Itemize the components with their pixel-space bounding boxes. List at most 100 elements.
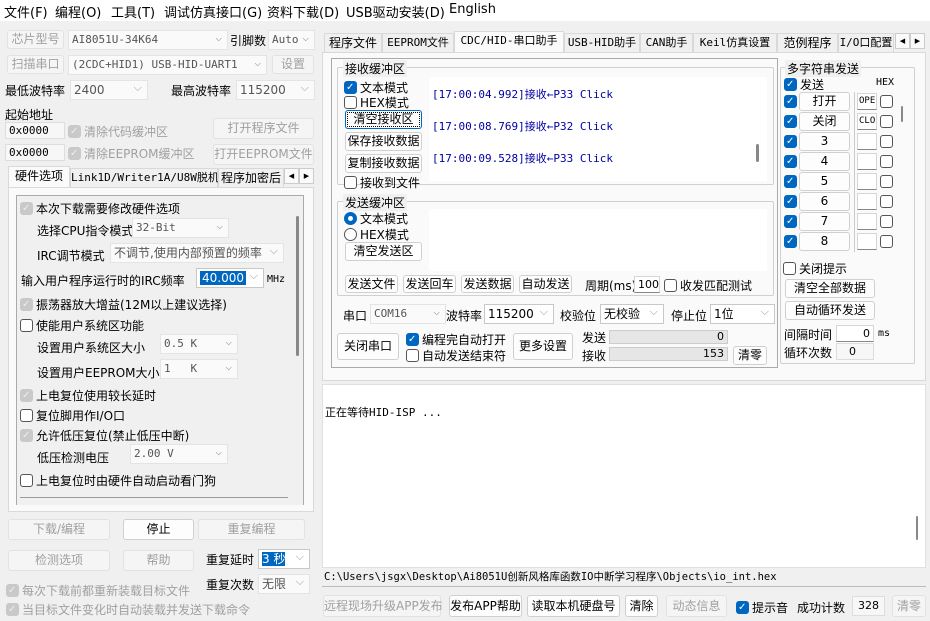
modify-hw-checkbox[interactable]: 本次下载需要修改硬件选项 bbox=[20, 200, 180, 217]
repeat-count-select[interactable]: 无限 bbox=[258, 573, 310, 594]
min-baud-select[interactable]: 2400 bbox=[70, 79, 148, 100]
stop-bits-select[interactable]: 1位 bbox=[710, 303, 775, 324]
port-select[interactable]: (2CDC+HID1) USB-HID-UART1 bbox=[68, 54, 267, 75]
receive-textarea[interactable]: [17:00:04.992]接收←P33 Click [17:00:08.769… bbox=[429, 77, 767, 181]
loop-count-input[interactable]: 0 bbox=[836, 343, 874, 360]
save-receive-button[interactable]: 保存接收数据 bbox=[345, 132, 422, 151]
user-eeprom-select[interactable]: 1 K bbox=[160, 358, 238, 379]
interval-input[interactable]: 0 bbox=[836, 325, 874, 342]
row-enable-checkbox[interactable] bbox=[784, 155, 797, 168]
menu-downloads[interactable]: 资料下载(D) bbox=[267, 2, 339, 21]
repeat-delay-select[interactable]: 3 秒 bbox=[258, 548, 310, 569]
row-send-button[interactable]: 打开 bbox=[799, 92, 850, 111]
publish-help-button[interactable]: 发布APP帮助 bbox=[449, 595, 522, 617]
clear-log-button[interactable]: 清除 bbox=[625, 595, 658, 617]
row-hex-checkbox[interactable] bbox=[880, 135, 893, 148]
row-enable-checkbox[interactable] bbox=[784, 135, 797, 148]
max-baud-select[interactable]: 115200 bbox=[236, 79, 315, 100]
wdt-checkbox[interactable]: 上电复位时由硬件自动启动看门狗 bbox=[20, 472, 216, 489]
read-disk-id-button[interactable]: 读取本机硬盘号 bbox=[527, 595, 620, 617]
scrollbar[interactable] bbox=[916, 516, 918, 540]
row-send-button[interactable]: 4 bbox=[799, 152, 850, 171]
row-hex-checkbox[interactable] bbox=[880, 175, 893, 188]
row-send-button[interactable]: 关闭 bbox=[799, 112, 850, 131]
send-enter-button[interactable]: 发送回车 bbox=[403, 275, 456, 293]
row-enable-checkbox[interactable] bbox=[784, 175, 797, 188]
auto-send-button[interactable]: 自动发送 bbox=[519, 275, 572, 293]
osc-gain-checkbox[interactable]: 振荡器放大增益(12M以上建议选择) bbox=[20, 296, 227, 313]
row-send-button[interactable]: 6 bbox=[799, 192, 850, 211]
lvr-checkbox[interactable]: 允许低压复位(禁止低压中断) bbox=[20, 427, 189, 444]
auto-loop-button[interactable]: 自动循环发送 bbox=[785, 301, 875, 320]
clear-counts-button[interactable]: 清零 bbox=[733, 346, 767, 365]
send-file-button[interactable]: 发送文件 bbox=[345, 275, 398, 293]
arrow-right-icon[interactable]: ▶ bbox=[910, 33, 925, 49]
menu-tools[interactable]: 工具(T) bbox=[111, 2, 155, 21]
stop-button[interactable]: 停止 bbox=[123, 519, 194, 540]
log-area[interactable]: 正在等待HID-ISP ... bbox=[322, 384, 926, 568]
chip-type-button[interactable]: 芯片型号 bbox=[7, 30, 64, 49]
row-enable-checkbox[interactable] bbox=[784, 195, 797, 208]
clear-code-checkbox[interactable]: 清除代码缓冲区 bbox=[68, 123, 168, 140]
long-delay-checkbox[interactable]: 上电复位使用较长延时 bbox=[20, 387, 156, 404]
scrollbar[interactable] bbox=[296, 216, 299, 356]
reset-success-button[interactable]: 清零 bbox=[892, 595, 926, 617]
row-enable-checkbox[interactable] bbox=[784, 95, 797, 108]
user-sys-checkbox[interactable]: 使能用户系统区功能 bbox=[20, 317, 144, 334]
irc-mode-select[interactable]: 不调节,使用内部预置的频率 bbox=[110, 242, 284, 263]
row-enable-checkbox[interactable] bbox=[784, 115, 797, 128]
code-address-input[interactable]: 0x0000 bbox=[5, 122, 65, 139]
tab-encrypt[interactable]: 程序加密后 bbox=[218, 168, 284, 187]
arrow-left-icon[interactable]: ◀ bbox=[895, 33, 910, 49]
scan-port-button[interactable]: 扫描串口 bbox=[7, 55, 64, 74]
menu-debug[interactable]: 调试仿真接口(G) bbox=[164, 2, 262, 21]
clear-all-button[interactable]: 清空全部数据 bbox=[785, 279, 875, 298]
row-hex-checkbox[interactable] bbox=[880, 235, 893, 248]
row-hex-checkbox[interactable] bbox=[880, 95, 893, 108]
row-text-input[interactable] bbox=[857, 173, 877, 190]
irc-freq-select[interactable]: 40.000 bbox=[196, 267, 264, 288]
close-port-button[interactable]: 关闭串口 bbox=[337, 333, 399, 360]
row-text-input[interactable] bbox=[857, 153, 877, 170]
repeat-program-button[interactable]: 重复编程 bbox=[198, 519, 305, 540]
send-hex-mode-radio[interactable]: HEX模式 bbox=[344, 226, 409, 243]
row-text-input[interactable] bbox=[857, 133, 877, 150]
recv-hex-mode-checkbox[interactable]: HEX模式 bbox=[344, 94, 409, 111]
open-eeprom-file-button[interactable]: 打开EEPROM文件 bbox=[213, 144, 314, 165]
row-send-button[interactable]: 8 bbox=[799, 232, 850, 251]
tab-usb-hid[interactable]: USB-HID助手 bbox=[564, 33, 640, 52]
tab-scroll[interactable]: ◀ ▶ bbox=[284, 168, 314, 184]
tab-scroll-right[interactable]: ◀ ▶ bbox=[895, 33, 925, 49]
cpu-mode-select[interactable]: 32-Bit bbox=[132, 217, 229, 238]
arrow-right-icon[interactable]: ▶ bbox=[299, 168, 314, 184]
row-send-button[interactable]: 7 bbox=[799, 212, 850, 231]
clear-receive-button[interactable]: 清空接收区 bbox=[345, 110, 422, 129]
eeprom-address-input[interactable]: 0x0000 bbox=[5, 144, 65, 161]
send-text-mode-radio[interactable]: 文本模式 bbox=[344, 210, 408, 227]
menu-file[interactable]: 文件(F) bbox=[4, 2, 48, 21]
beep-checkbox[interactable]: 提示音 bbox=[736, 599, 788, 616]
arrow-left-icon[interactable]: ◀ bbox=[284, 168, 299, 184]
menu-program[interactable]: 编程(O) bbox=[55, 2, 101, 21]
copy-receive-button[interactable]: 复制接收数据 bbox=[345, 154, 422, 173]
user-sys-size-select[interactable]: 0.5 K bbox=[160, 333, 238, 354]
match-test-checkbox[interactable]: 收发匹配测试 bbox=[664, 277, 752, 294]
open-program-file-button[interactable]: 打开程序文件 bbox=[213, 118, 314, 139]
row-text-input[interactable] bbox=[857, 213, 877, 230]
dynamic-info-button[interactable]: 动态信息 bbox=[666, 595, 727, 617]
row-send-button[interactable]: 5 bbox=[799, 172, 850, 191]
scrollbar[interactable] bbox=[901, 106, 903, 122]
tab-hardware-options[interactable]: 硬件选项 bbox=[8, 166, 70, 187]
tab-eeprom-file[interactable]: EEPROM文件 bbox=[382, 33, 454, 52]
row-text-input[interactable]: CLO bbox=[857, 113, 877, 130]
close-tip-checkbox[interactable]: 关闭提示 bbox=[783, 260, 847, 277]
receive-to-file-checkbox[interactable]: 接收到文件 bbox=[344, 174, 420, 191]
row-text-input[interactable] bbox=[857, 193, 877, 210]
send-data-button[interactable]: 发送数据 bbox=[461, 275, 514, 293]
auto-end-checkbox[interactable]: 自动发送结束符 bbox=[406, 347, 506, 364]
auto-open-checkbox[interactable]: 编程完自动打开 bbox=[406, 331, 506, 348]
row-enable-checkbox[interactable] bbox=[784, 215, 797, 228]
baud-select[interactable]: 115200 bbox=[484, 303, 554, 324]
row-enable-checkbox[interactable] bbox=[784, 235, 797, 248]
auto-reload-checkbox[interactable]: 当目标文件变化时自动装载并发送下载命令 bbox=[6, 601, 250, 618]
